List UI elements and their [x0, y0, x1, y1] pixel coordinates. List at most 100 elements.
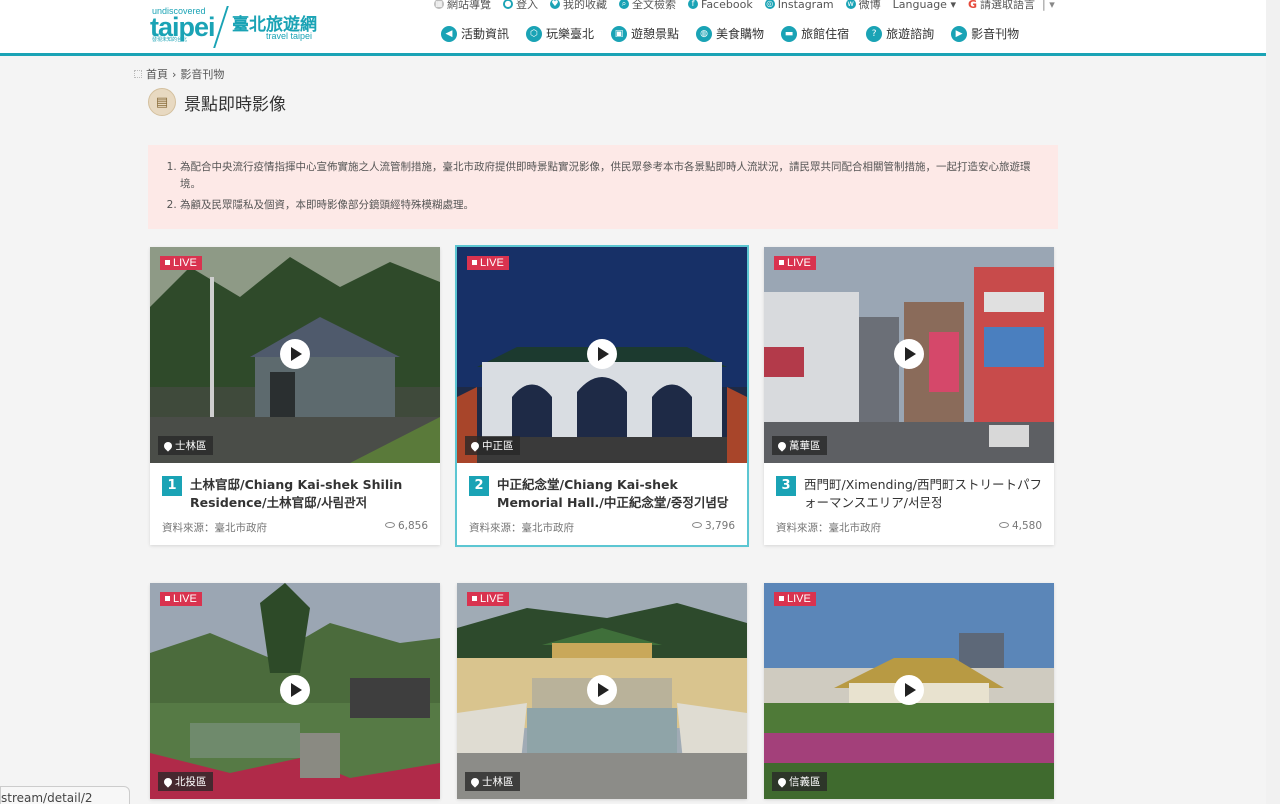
- nav-label: 旅館住宿: [801, 27, 850, 41]
- card-number: 3: [776, 476, 796, 496]
- topnav-favorites[interactable]: ♥ 我的收藏: [550, 0, 607, 12]
- camera-card[interactable]: LIVE 萬華區 3 西門町/Ximending/西門町ストリートパフォーマンスエ…: [764, 247, 1054, 545]
- district-badge: 士林區: [465, 772, 520, 791]
- view-count: 3,796: [691, 520, 735, 535]
- eye-icon: [691, 522, 702, 528]
- play-button[interactable]: [894, 675, 924, 705]
- camera-thumbnail[interactable]: LIVE 萬華區: [764, 247, 1054, 463]
- location-pin-icon: [162, 775, 174, 788]
- notice-item: 為配合中央流行疫情指揮中心宣佈實施之人流管制措施，臺北市政府提供即時景點實況影像…: [180, 159, 1040, 193]
- browser-status-bar: stream/detail/2: [0, 786, 130, 804]
- district-badge: 北投區: [158, 772, 213, 791]
- play-button[interactable]: [280, 339, 310, 369]
- card-title[interactable]: 中正紀念堂/Chiang Kai-shek Memorial Hall./中正紀…: [497, 476, 735, 512]
- card-title[interactable]: 西門町/Ximending/西門町ストリートパフォーマンスエリア/서문정: [804, 476, 1042, 512]
- google-translate[interactable]: G 請選取語言 | ▾: [968, 0, 1055, 12]
- topnav-search[interactable]: ⌕ 全文檢索: [619, 0, 676, 12]
- page-title-row: ▤ 景點即時影像: [148, 88, 286, 116]
- nav-food[interactable]: ◍ 美食購物: [696, 25, 764, 42]
- topnav-instagram[interactable]: ◎ Instagram: [764, 0, 834, 12]
- nav-label: 玩樂臺北: [546, 27, 595, 41]
- play-button[interactable]: [587, 339, 617, 369]
- card-body: 3 西門町/Ximending/西門町ストリートパフォーマンスエリア/서문정 資料…: [764, 463, 1054, 545]
- play-icon: [598, 347, 609, 361]
- instagram-icon: ◎: [764, 0, 775, 9]
- eye-icon: [384, 522, 395, 528]
- view-count: 6,856: [384, 520, 428, 535]
- district-badge: 中正區: [465, 436, 520, 455]
- topnav-facebook[interactable]: f Facebook: [688, 0, 753, 12]
- play-button[interactable]: [894, 339, 924, 369]
- nav-events[interactable]: ◀ 活動資訊: [441, 25, 509, 42]
- camera-card[interactable]: LIVE 中正區 2 中正紀念堂/Chiang Kai-shek Memorial…: [455, 245, 749, 547]
- breadcrumb-separator: ›: [172, 67, 177, 81]
- camera-thumbnail[interactable]: LIVE 士林區: [150, 247, 440, 463]
- topnav-login[interactable]: ● 登入: [503, 0, 538, 12]
- live-badge: LIVE: [160, 256, 202, 270]
- topnav-label: Language ▾: [892, 0, 956, 11]
- live-label: LIVE: [480, 593, 504, 605]
- camera-thumbnail[interactable]: LIVE 信義區: [764, 583, 1054, 799]
- nav-consult[interactable]: ? 旅遊諮詢: [866, 25, 934, 42]
- nav-label: 影音刊物: [971, 27, 1020, 41]
- live-label: LIVE: [173, 257, 197, 269]
- camera-card[interactable]: LIVE 信義區: [764, 583, 1054, 799]
- bed-icon: ▬: [781, 25, 798, 42]
- topnav-weibo[interactable]: w 微博: [845, 0, 881, 12]
- district-label: 中正區: [482, 440, 514, 452]
- nav-hotels[interactable]: ▬ 旅館住宿: [781, 25, 849, 42]
- nav-label: 遊憩景點: [631, 27, 680, 41]
- live-badge: LIVE: [160, 592, 202, 606]
- site-header: undiscovered taipei 發現未知的台北 臺北旅遊網 travel…: [0, 0, 1280, 56]
- district-label: 士林區: [175, 440, 207, 452]
- camera-card[interactable]: LIVE 士林區: [457, 583, 747, 799]
- play-icon: [291, 683, 302, 697]
- card-number: 1: [162, 476, 182, 496]
- live-label: LIVE: [480, 257, 504, 269]
- food-icon: ◍: [696, 25, 713, 42]
- topnav-label: 微博: [858, 0, 881, 11]
- play-button[interactable]: [280, 675, 310, 705]
- notice-list: 為配合中央流行疫情指揮中心宣佈實施之人流管制措施，臺北市政府提供即時景點實況影像…: [166, 159, 1040, 214]
- play-button[interactable]: [587, 675, 617, 705]
- nav-play[interactable]: ⬡ 玩樂臺北: [526, 25, 594, 42]
- logo-tagline: 發現未知的台北: [152, 37, 188, 43]
- card-title[interactable]: 土林官邸/Chiang Kai-shek Shilin Residence/土林…: [190, 476, 428, 512]
- play-icon: [598, 683, 609, 697]
- eye-icon: [998, 522, 1009, 528]
- chevron-down-icon: | ▾: [1042, 0, 1055, 11]
- camera-card[interactable]: LIVE 士林區 1 土林官邸/Chiang Kai-shek Shilin Re…: [150, 247, 440, 545]
- breadcrumb-current[interactable]: 影音刊物: [180, 66, 224, 82]
- nav-label: 活動資訊: [461, 27, 510, 41]
- topnav-label: 請選取語言: [980, 0, 1035, 11]
- district-label: 萬華區: [789, 440, 821, 452]
- topnav-label: 登入: [516, 0, 538, 11]
- district-badge: 信義區: [772, 772, 827, 791]
- breadcrumb-home[interactable]: 首頁: [146, 66, 168, 82]
- image-icon: ▣: [611, 25, 628, 42]
- card-source: 資料來源：臺北市政府: [162, 522, 267, 534]
- logo-slash: [213, 6, 229, 48]
- camera-card[interactable]: LIVE 北投區: [150, 583, 440, 799]
- site-logo[interactable]: undiscovered taipei 發現未知的台北 臺北旅遊網 travel…: [150, 6, 330, 48]
- topnav-sitemap[interactable]: ▦ 網站導覽: [434, 0, 491, 12]
- topnav-label: 網站導覽: [447, 0, 491, 11]
- google-icon: G: [967, 0, 977, 11]
- camera-thumbnail[interactable]: LIVE 中正區: [457, 247, 747, 463]
- sitemap-icon: ▦: [434, 0, 444, 9]
- camera-thumbnail[interactable]: LIVE 士林區: [457, 583, 747, 799]
- camera-thumbnail[interactable]: LIVE 北投區: [150, 583, 440, 799]
- card-body: 1 土林官邸/Chiang Kai-shek Shilin Residence/土…: [150, 463, 440, 545]
- topnav-label: Instagram: [777, 0, 834, 11]
- location-pin-icon: [776, 439, 788, 452]
- district-label: 北投區: [175, 776, 207, 788]
- megaphone-icon: ◀: [441, 25, 457, 42]
- view-count-value: 3,796: [704, 520, 735, 532]
- nav-media[interactable]: ▶ 影音刊物: [951, 25, 1019, 42]
- utility-nav: ▦ 網站導覽 ● 登入 ♥ 我的收藏 ⌕ 全文檢索 f Facebook ◎ Instagr…: [434, 0, 1055, 12]
- nav-attractions[interactable]: ▣ 遊憩景點: [611, 25, 679, 42]
- scrollbar[interactable]: [1266, 0, 1280, 804]
- view-count-value: 6,856: [397, 520, 428, 532]
- language-dropdown[interactable]: Language ▾: [893, 0, 956, 12]
- play-icon: [291, 347, 302, 361]
